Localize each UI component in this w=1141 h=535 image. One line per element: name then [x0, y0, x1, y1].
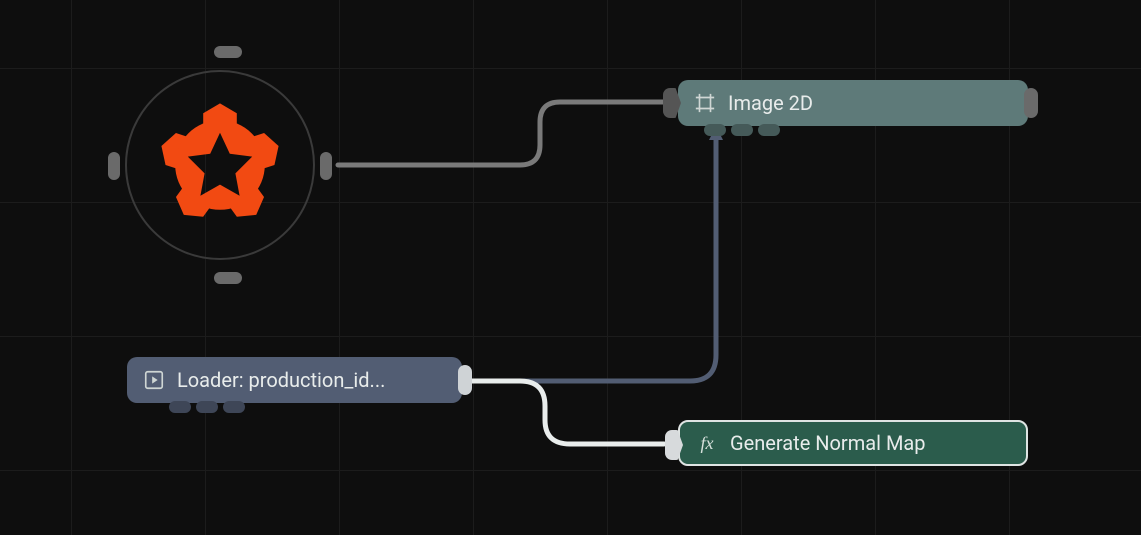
node-image-2d-label: Image 2D	[728, 91, 827, 115]
node-image-2d-output-port[interactable]	[1024, 88, 1038, 118]
wire-loader-to-image2d	[470, 128, 716, 381]
play-box-icon	[141, 367, 167, 393]
node-image-2d-param-ports[interactable]	[704, 124, 780, 136]
node-normalmap-input-port[interactable]	[665, 430, 683, 460]
node-image-2d[interactable]: Image 2D	[678, 80, 1028, 126]
root-port-top[interactable]	[214, 46, 242, 58]
node-loader-label: Loader: production_id...	[177, 368, 399, 392]
root-port-right[interactable]	[320, 152, 332, 180]
node-loader-output-port[interactable]	[458, 365, 472, 395]
root-gear-node[interactable]	[110, 40, 330, 300]
node-generate-normal-map[interactable]: fx Generate Normal Map	[678, 420, 1028, 466]
fx-icon: fx	[694, 430, 720, 456]
root-port-left[interactable]	[108, 152, 120, 180]
frame-icon	[692, 90, 718, 116]
node-image-2d-input-port[interactable]	[663, 88, 681, 118]
wire-root-to-image2d	[338, 102, 664, 165]
node-normalmap-label: Generate Normal Map	[730, 431, 940, 455]
root-port-bottom[interactable]	[214, 272, 242, 284]
gear-star-icon	[150, 95, 290, 235]
node-loader-param-ports[interactable]	[169, 401, 245, 413]
wire-loader-to-normalmap	[470, 381, 664, 444]
node-loader[interactable]: Loader: production_id...	[127, 357, 462, 403]
node-graph-canvas[interactable]: Image 2D Loader: production_id... fx Gen…	[0, 0, 1141, 535]
